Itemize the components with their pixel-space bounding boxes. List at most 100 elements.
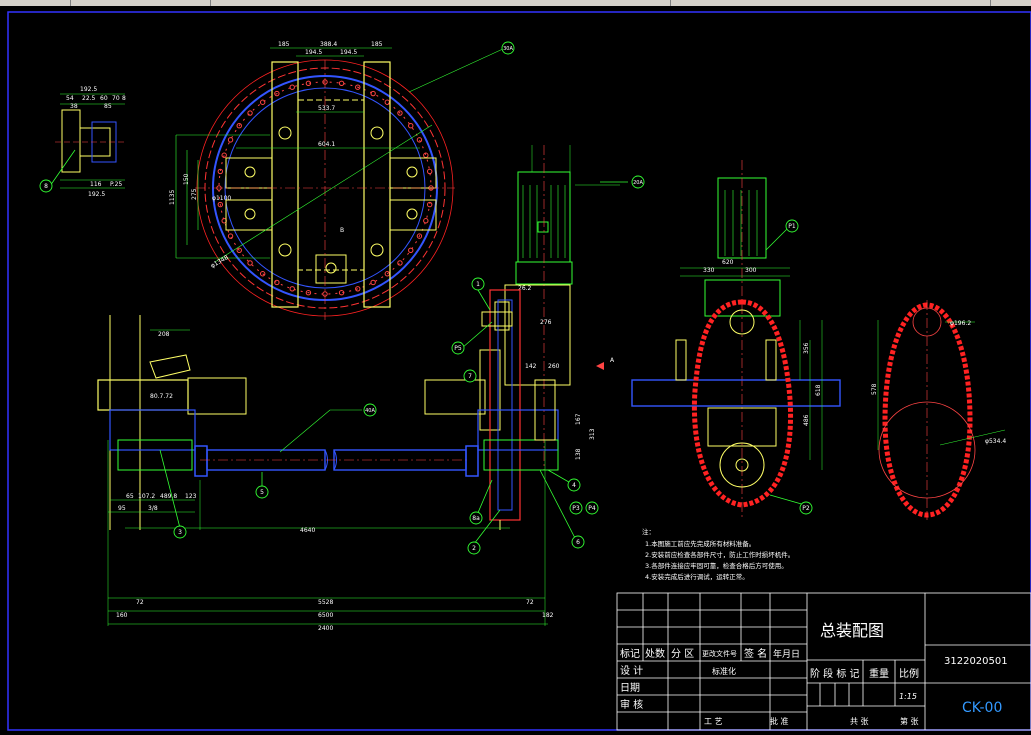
dim-label: 489.8 bbox=[160, 493, 177, 500]
callout-label: 7 bbox=[468, 373, 472, 380]
dim-label: φ196.2 bbox=[950, 320, 971, 327]
tb-stage-header: 比例 bbox=[899, 667, 919, 680]
dim-label: φ1348 bbox=[210, 254, 230, 270]
dim-label: 578 bbox=[871, 383, 878, 395]
main-elevation-view: 208 80.7.72 65 107.2 489.8 123 95 3/8 46… bbox=[97, 289, 559, 632]
callout-label: P2 bbox=[802, 505, 810, 512]
note-line: 3.各部件连接应牢固可靠，检查合格后方可使用。 bbox=[645, 561, 788, 570]
dim-label: 116 bbox=[90, 181, 102, 188]
bolt-hole bbox=[259, 99, 266, 105]
tb-approve: 批 准 bbox=[770, 716, 789, 726]
dim-label: 330 bbox=[703, 267, 715, 274]
bolt-hole bbox=[423, 218, 429, 224]
tb-scale: 1:15 bbox=[899, 692, 917, 701]
bolt-hole bbox=[338, 80, 345, 87]
callout-label: P4 bbox=[588, 505, 596, 512]
dim-label: 5528 bbox=[318, 599, 333, 606]
dim-label: 8 bbox=[122, 95, 126, 102]
bolt-hole bbox=[247, 260, 253, 266]
dim-label: 38 bbox=[70, 103, 78, 110]
dim-label: 22.5 bbox=[82, 95, 96, 102]
top-view-assembly: 185 388.4 185 194.5 194.5 533.7 604.1 15… bbox=[169, 41, 506, 320]
callout-label: P1 bbox=[788, 223, 796, 230]
callout-label: 20A bbox=[633, 180, 643, 186]
dim-label: 182 bbox=[542, 612, 554, 619]
dim-label: 194.5 bbox=[305, 49, 322, 56]
callout-label: P5 bbox=[454, 345, 462, 352]
dim-label: 486 bbox=[803, 414, 810, 426]
dim-label: 604.1 bbox=[318, 141, 335, 148]
bolt-hole bbox=[370, 279, 376, 286]
dim-label: 95 bbox=[118, 505, 126, 512]
bolt-hole bbox=[274, 279, 280, 286]
technical-notes: 注： 1.本图施工前应先完成所有材料准备。 2.安装前应检查各部件尺寸，防止工作… bbox=[642, 527, 794, 581]
dim-label: φ1100 bbox=[212, 195, 231, 202]
tb-row-label: 日期 bbox=[620, 682, 640, 694]
tb-header: 签 名 bbox=[744, 647, 767, 660]
callout-label: 1 bbox=[476, 281, 480, 288]
wheel-detail-view: 192.5 54 22.5 60 70 8 38 85 116 P.25 192… bbox=[55, 86, 126, 198]
dim-label: 185 bbox=[371, 41, 383, 48]
dim-label: 6500 bbox=[318, 612, 333, 619]
section-mark-a: A bbox=[610, 357, 615, 364]
bolt-hole bbox=[227, 137, 234, 143]
dim-label: 276 bbox=[540, 319, 552, 326]
note-line: 2.安装前应检查各部件尺寸，防止工作时损坏机件。 bbox=[645, 550, 794, 559]
bolt-hole bbox=[416, 137, 423, 143]
callout-balloons bbox=[49, 149, 806, 545]
dim-label: 138 bbox=[575, 448, 582, 460]
bolt-hole bbox=[408, 122, 414, 129]
dim-label: 192.5 bbox=[80, 86, 97, 93]
dim-label: 620 bbox=[722, 259, 734, 266]
callout-label: 8 bbox=[44, 183, 48, 190]
dim-label: 194.5 bbox=[340, 49, 357, 56]
callout-label: 40A bbox=[365, 408, 375, 414]
dim-label: φ534.4 bbox=[985, 438, 1006, 445]
tb-standardization: 标准化 bbox=[712, 666, 736, 676]
dim-label: 65 bbox=[126, 493, 134, 500]
bolt-hole bbox=[426, 168, 433, 175]
callout-label: 6 bbox=[576, 539, 580, 546]
dim-label: 388.4 bbox=[320, 41, 337, 48]
dim-label: 54 bbox=[66, 95, 74, 102]
note-line: 4.安装完成后进行调试，运转正常。 bbox=[645, 572, 749, 581]
dim-label: 150 bbox=[183, 173, 190, 185]
tb-stage-header: 阶 段 标 记 bbox=[810, 667, 860, 680]
callout-label: 4 bbox=[572, 482, 576, 489]
dim-label: 356 bbox=[803, 342, 810, 354]
bolt-hole bbox=[227, 233, 234, 239]
bolt-hole bbox=[247, 110, 253, 116]
tb-row-label: 审 核 bbox=[620, 698, 643, 711]
dim-label: P.25 bbox=[110, 181, 122, 188]
tb-sheets: 第 张 bbox=[900, 716, 919, 726]
dim-label: 300 bbox=[745, 267, 757, 274]
chain-drive-view: 330 300 620 356 618 486 φ196.2 φ534.4 57… bbox=[631, 160, 1006, 520]
callout-label: 3 bbox=[178, 529, 182, 536]
bolt-hole bbox=[370, 90, 376, 97]
bolt-hole bbox=[289, 84, 295, 90]
callout-label: 30A bbox=[503, 46, 513, 52]
notes-heading: 注： bbox=[642, 527, 655, 536]
callout-label: 2 bbox=[472, 545, 476, 552]
bolt-hole bbox=[384, 99, 391, 105]
note-line: 1.本图施工前应先完成所有材料准备。 bbox=[645, 539, 755, 548]
drawing-code: CK-00 bbox=[962, 700, 1002, 716]
bolt-hole bbox=[289, 286, 295, 292]
tb-header: 标记 bbox=[620, 648, 640, 660]
dim-label: 72 bbox=[136, 599, 144, 606]
callout-label: 5 bbox=[260, 489, 264, 496]
dim-label: 4640 bbox=[300, 527, 315, 534]
callout-label: 8a bbox=[472, 515, 480, 522]
dim-label: 123 bbox=[185, 493, 197, 500]
dim-label: 533.7 bbox=[318, 105, 335, 112]
dim-label: 275 bbox=[191, 188, 198, 200]
dim-label: 60 bbox=[100, 95, 108, 102]
callout-balloon-group: 30A 20A P1 8 1 P5 7 40A 5 3 8a 2 6 4 P3 P4 P2 bbox=[39, 41, 813, 555]
dim-label: 2400 bbox=[318, 625, 333, 632]
tb-header: 处数 bbox=[645, 647, 665, 660]
dim-label: 185 bbox=[278, 41, 290, 48]
dim-label: 80.7.72 bbox=[150, 393, 173, 400]
section-b-label: B bbox=[340, 227, 344, 234]
dim-label: 618 bbox=[815, 384, 822, 396]
drawing-viewport[interactable]: 185 388.4 185 194.5 194.5 533.7 604.1 15… bbox=[0, 6, 1031, 731]
